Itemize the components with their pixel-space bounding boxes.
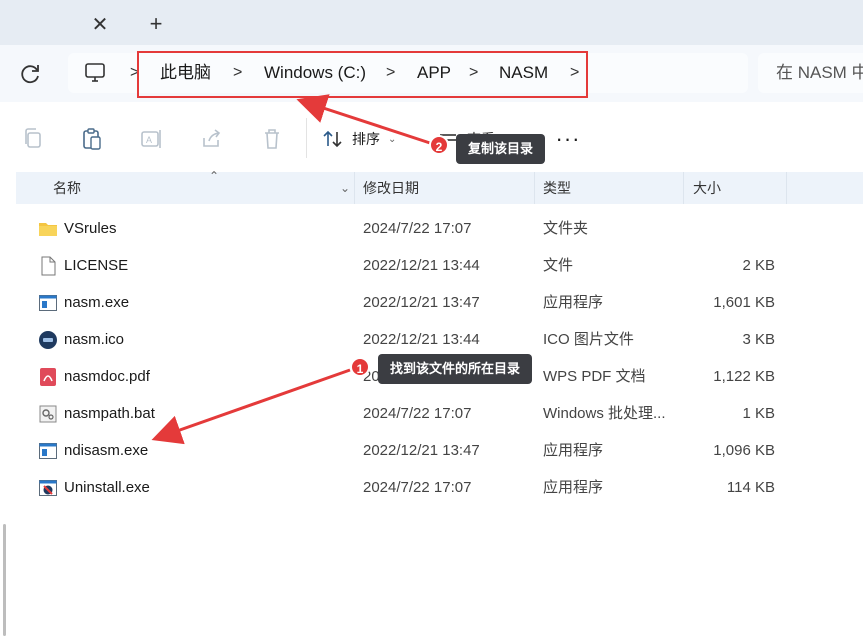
share-icon[interactable] [199,126,225,152]
svg-text:A: A [146,135,152,145]
file-size: 1,122 KB [713,368,775,385]
file-type: Windows 批处理... [543,405,666,422]
tab-bar: ✕ + [0,0,863,45]
chevron-down-icon[interactable]: ⌄ [340,172,350,204]
step-2-badge: 2 [429,135,449,155]
refresh-icon[interactable] [17,61,43,87]
sort-ascending-icon: ⌃ [209,169,220,183]
column-divider[interactable] [683,172,684,204]
column-divider[interactable] [786,172,787,204]
file-name: LICENSE [64,257,129,274]
close-tab-icon[interactable]: ✕ [86,10,114,38]
exe-icon [39,295,57,311]
file-row[interactable]: VSrules 2024/7/22 17:07 文件夹 [16,210,863,247]
file-size: 1,601 KB [713,294,775,311]
file-name: nasmdoc.pdf [64,368,150,385]
column-name[interactable]: 名称 [53,172,81,204]
file-date: 2022/12/21 13:47 [363,442,480,459]
search-box[interactable] [758,53,863,93]
file-row[interactable]: Uninstall.exe 2024/7/22 17:07 应用程序 114 K… [16,469,863,506]
file-date: 2024/7/22 17:07 [363,405,472,422]
file-date: 2022/12/21 13:44 [363,331,480,348]
file-row[interactable]: nasm.exe 2022/12/21 13:47 应用程序 1,601 KB [16,284,863,321]
delete-icon[interactable] [259,126,285,152]
step-1-badge: 1 [350,357,370,377]
rename-icon[interactable]: A [139,126,165,152]
file-date: 2022/12/21 13:44 [363,257,480,274]
file-size: 1 KB [742,405,775,422]
file-name: nasmpath.bat [64,405,155,422]
exe-icon [39,443,57,459]
pdf-icon [40,368,56,386]
column-divider[interactable] [354,172,355,204]
file-icon [41,256,56,276]
file-name: nasm.ico [64,331,125,348]
copy-icon[interactable] [20,126,46,152]
step-2-callout: 复制该目录 [456,134,546,164]
file-size: 114 KB [726,479,775,496]
address-highlight-box [137,51,588,98]
more-options-button[interactable]: ··· [553,124,583,154]
file-row[interactable]: LICENSE 2022/12/21 13:44 文件 2 KB [16,247,863,284]
file-size: 2 KB [742,257,775,274]
file-row[interactable]: nasm.ico 2022/12/21 13:44 ICO 图片文件 3 KB [16,321,863,358]
search-input[interactable] [758,53,863,93]
sort-label: 排序 [352,131,380,147]
column-size[interactable]: 大小 [693,172,721,204]
file-type: WPS PDF 文档 [543,368,646,385]
file-type: 文件 [543,257,574,274]
bat-icon [39,405,57,423]
file-row[interactable]: ndisasm.exe 2022/12/21 13:47 应用程序 1,096 … [16,432,863,469]
sort-button[interactable]: 排序 ⌄ [322,124,396,154]
chevron-down-icon: ⌄ [388,133,397,145]
new-tab-icon[interactable]: + [142,10,170,38]
step-1-callout: 找到该文件的所在目录 [378,354,533,384]
file-name: ndisasm.exe [64,442,149,459]
file-type: 应用程序 [543,294,604,311]
file-date: 2024/7/22 17:07 [363,220,472,237]
sort-icon [323,130,342,148]
column-header: ⌃ 名称 ⌄ 修改日期 类型 大小 [16,169,863,204]
file-name: Uninstall.exe [64,479,150,496]
column-divider[interactable] [534,172,535,204]
column-date[interactable]: 修改日期 [363,172,419,204]
uninstall-icon [39,480,57,496]
file-size: 3 KB [742,331,775,348]
paste-icon[interactable] [79,126,105,152]
navigation-pane-edge [0,172,16,636]
ico-icon [39,331,57,349]
folder-icon [39,223,57,236]
file-type: 应用程序 [543,479,604,496]
file-type: 文件夹 [543,220,589,237]
file-type: ICO 图片文件 [543,331,634,348]
file-name: nasm.exe [64,294,130,311]
column-type[interactable]: 类型 [543,172,571,204]
file-name: VSrules [64,220,117,237]
toolbar-divider [306,118,307,158]
file-date: 2022/12/21 13:47 [363,294,480,311]
navigation-scrollbar[interactable] [3,524,6,636]
file-date: 2024/7/22 17:07 [363,479,472,496]
file-type: 应用程序 [543,442,604,459]
file-size: 1,096 KB [713,442,775,459]
computer-icon[interactable] [84,63,106,83]
file-row[interactable]: nasmpath.bat 2024/7/22 17:07 Windows 批处理… [16,395,863,432]
